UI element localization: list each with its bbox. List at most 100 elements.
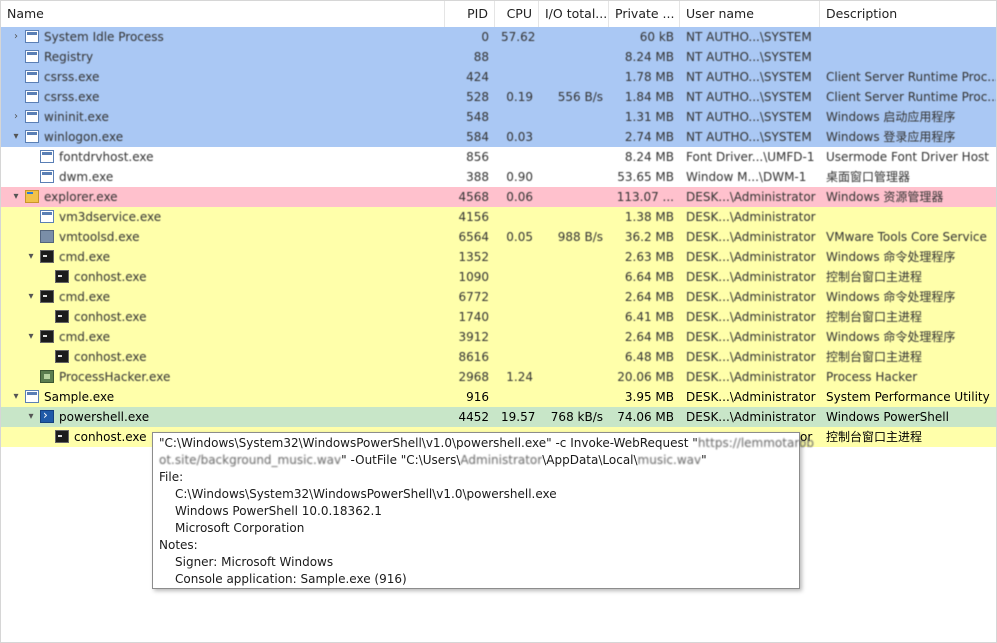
- console-icon: [55, 270, 69, 283]
- process-pid: 4156: [458, 210, 489, 224]
- expand-arrow-icon[interactable]: ›: [9, 30, 23, 44]
- process-user: NT AUTHO...\SYSTEM: [686, 70, 812, 84]
- process-row[interactable]: ▾ winlogon.exe 584 0.03 2.74 MB NT AUTHO...\S…: [1, 127, 996, 147]
- process-pid: 1090: [458, 270, 489, 284]
- process-row[interactable]: fontdrvhost.exe 856 8.24 MB Font Driver...\…: [1, 147, 996, 167]
- process-io: [539, 47, 609, 67]
- process-row[interactable]: dwm.exe 388 0.90 53.65 MB Window M...\DWM-1 桌…: [1, 167, 996, 187]
- process-row[interactable]: ProcessHacker.exe 2968 1.24 20.06 MB DESK...…: [1, 367, 996, 387]
- process-cpu: [495, 267, 539, 287]
- process-name: wininit.exe: [44, 110, 109, 124]
- process-io: [539, 247, 609, 267]
- process-user: Font Driver...\UMFD-1: [686, 150, 815, 164]
- process-io: [539, 147, 609, 167]
- window-icon: [25, 130, 39, 143]
- process-desc: [820, 207, 996, 227]
- process-row[interactable]: conhost.exe 1090 6.64 MB DESK...\Administra…: [1, 267, 996, 287]
- column-header-description[interactable]: Description: [820, 1, 996, 27]
- process-cpu: 0.03: [506, 130, 533, 144]
- process-row[interactable]: csrss.exe 424 1.78 MB NT AUTHO...\SYSTEM Cli…: [1, 67, 997, 87]
- process-cpu: [495, 387, 539, 407]
- process-cpu: [495, 67, 539, 87]
- collapse-arrow-icon[interactable]: ▾: [9, 390, 23, 404]
- tooltip-notes-label: Notes:: [159, 538, 198, 552]
- process-io: [539, 367, 609, 387]
- process-row[interactable]: ▾ cmd.exe 3912 2.64 MB DESK...\Administrator…: [1, 327, 996, 347]
- process-user: DESK...\Administrator: [686, 390, 816, 404]
- column-header: Name PID CPU I/O total... Private ... User na…: [1, 1, 996, 28]
- process-row[interactable]: Registry 88 8.24 MB NT AUTHO...\SYSTEM: [1, 47, 996, 67]
- column-header-pid[interactable]: PID: [445, 1, 495, 27]
- process-row[interactable]: vmtoolsd.exe 6564 0.05 988 B/s 36.2 MB DESK..…: [1, 227, 996, 247]
- column-header-user-name[interactable]: User name: [680, 1, 820, 27]
- process-pid: 584: [466, 130, 489, 144]
- process-io: [539, 187, 609, 207]
- process-pid: 388: [466, 170, 489, 184]
- tooltip-note-console: Console application: Sample.exe (916): [175, 572, 407, 586]
- process-priv: 53.65 MB: [617, 170, 674, 184]
- collapse-arrow-icon[interactable]: ▾: [24, 330, 38, 344]
- process-row[interactable]: › System Idle Process 0 57.62 60 kB NT AUTHO.…: [1, 27, 996, 47]
- redacted-file: music.wav: [637, 453, 702, 467]
- process-priv: 20.06 MB: [617, 370, 674, 384]
- collapse-arrow-icon[interactable]: ▾: [9, 190, 23, 204]
- process-user: DESK...\Administrator: [686, 370, 816, 384]
- process-user: DESK...\Administrator: [686, 190, 816, 204]
- process-desc: [820, 27, 996, 47]
- process-name: cmd.exe: [59, 330, 111, 344]
- gear-icon: [40, 230, 54, 243]
- collapse-arrow-icon[interactable]: ▾: [9, 130, 23, 144]
- process-row[interactable]: ▾ powershell.exe 4452 19.57 768 kB/s 74.06 MB…: [1, 407, 996, 427]
- process-row[interactable]: ▾ cmd.exe 6772 2.64 MB DESK...\Administrator…: [1, 287, 996, 307]
- process-cpu: 0.19: [506, 90, 533, 104]
- process-io: [539, 107, 609, 127]
- process-desc: 控制台窗口主进程: [826, 270, 923, 284]
- process-priv: 1.38 MB: [624, 210, 674, 224]
- process-row[interactable]: ▾ explorer.exe 4568 0.06 113.07 ... DESK...\A…: [1, 187, 996, 207]
- expand-arrow-icon[interactable]: ›: [9, 110, 23, 124]
- process-row[interactable]: › wininit.exe 548 1.31 MB NT AUTHO...\SYSTEM…: [1, 107, 996, 127]
- column-header-private[interactable]: Private ...: [609, 1, 680, 27]
- process-io: [539, 67, 609, 87]
- process-desc: Windows 登录应用程序: [826, 130, 956, 144]
- console-icon: [40, 250, 54, 263]
- process-name: cmd.exe: [59, 250, 111, 264]
- process-io: [539, 207, 609, 227]
- process-io: 556 B/s: [557, 90, 603, 104]
- column-header-cpu[interactable]: CPU: [495, 1, 539, 27]
- process-row[interactable]: conhost.exe 1740 6.41 MB DESK...\Administra…: [1, 307, 996, 327]
- window-icon: [25, 70, 39, 83]
- collapse-arrow-icon[interactable]: ▾: [24, 250, 38, 264]
- column-header-i-o-total[interactable]: I/O total...: [539, 1, 609, 27]
- process-priv: 2.74 MB: [624, 130, 674, 144]
- column-header-name[interactable]: Name: [1, 1, 445, 27]
- process-name: vm3dservice.exe: [59, 210, 162, 224]
- process-user: Window M...\DWM-1: [686, 170, 807, 184]
- collapse-arrow-icon[interactable]: ▾: [24, 410, 38, 424]
- process-row[interactable]: conhost.exe 8616 6.48 MB DESK...\Administra…: [1, 347, 996, 367]
- process-hacker-icon: [40, 370, 54, 383]
- collapse-arrow-icon[interactable]: ▾: [24, 290, 38, 304]
- process-cpu: [495, 47, 539, 67]
- process-cpu: 0.06: [506, 190, 533, 204]
- process-cpu: [495, 307, 539, 327]
- process-desc: 桌面窗口管理器: [826, 170, 911, 184]
- process-row[interactable]: vm3dservice.exe 4156 1.38 MB DESK...\Admini…: [1, 207, 996, 227]
- process-priv: 3.95 MB: [624, 390, 674, 404]
- process-row[interactable]: csrss.exe 528 0.19 556 B/s 1.84 MB NT AUTHO..…: [1, 87, 996, 107]
- process-desc: Windows PowerShell: [826, 410, 949, 424]
- process-cpu: [495, 247, 539, 267]
- process-desc: Windows 命令处理程序: [826, 290, 956, 304]
- process-cpu: [495, 207, 539, 227]
- process-user: NT AUTHO...\SYSTEM: [686, 110, 812, 124]
- tooltip-note-signer: Signer: Microsoft Windows: [175, 555, 334, 569]
- process-desc: Client Server Runtime Proc...: [826, 70, 997, 84]
- process-priv: 1.78 MB: [624, 70, 674, 84]
- process-row[interactable]: ▾ Sample.exe 916 3.95 MB DESK...\Administrat…: [1, 387, 996, 407]
- tooltip-file-path: C:\Windows\System32\WindowsPowerShell\v1…: [175, 487, 557, 501]
- folder-icon: [25, 190, 39, 203]
- process-desc: Usermode Font Driver Host: [826, 150, 989, 164]
- process-row[interactable]: ▾ cmd.exe 1352 2.63 MB DESK...\Administrator…: [1, 247, 996, 267]
- window-icon: [40, 210, 54, 223]
- process-pid: 424: [466, 70, 489, 84]
